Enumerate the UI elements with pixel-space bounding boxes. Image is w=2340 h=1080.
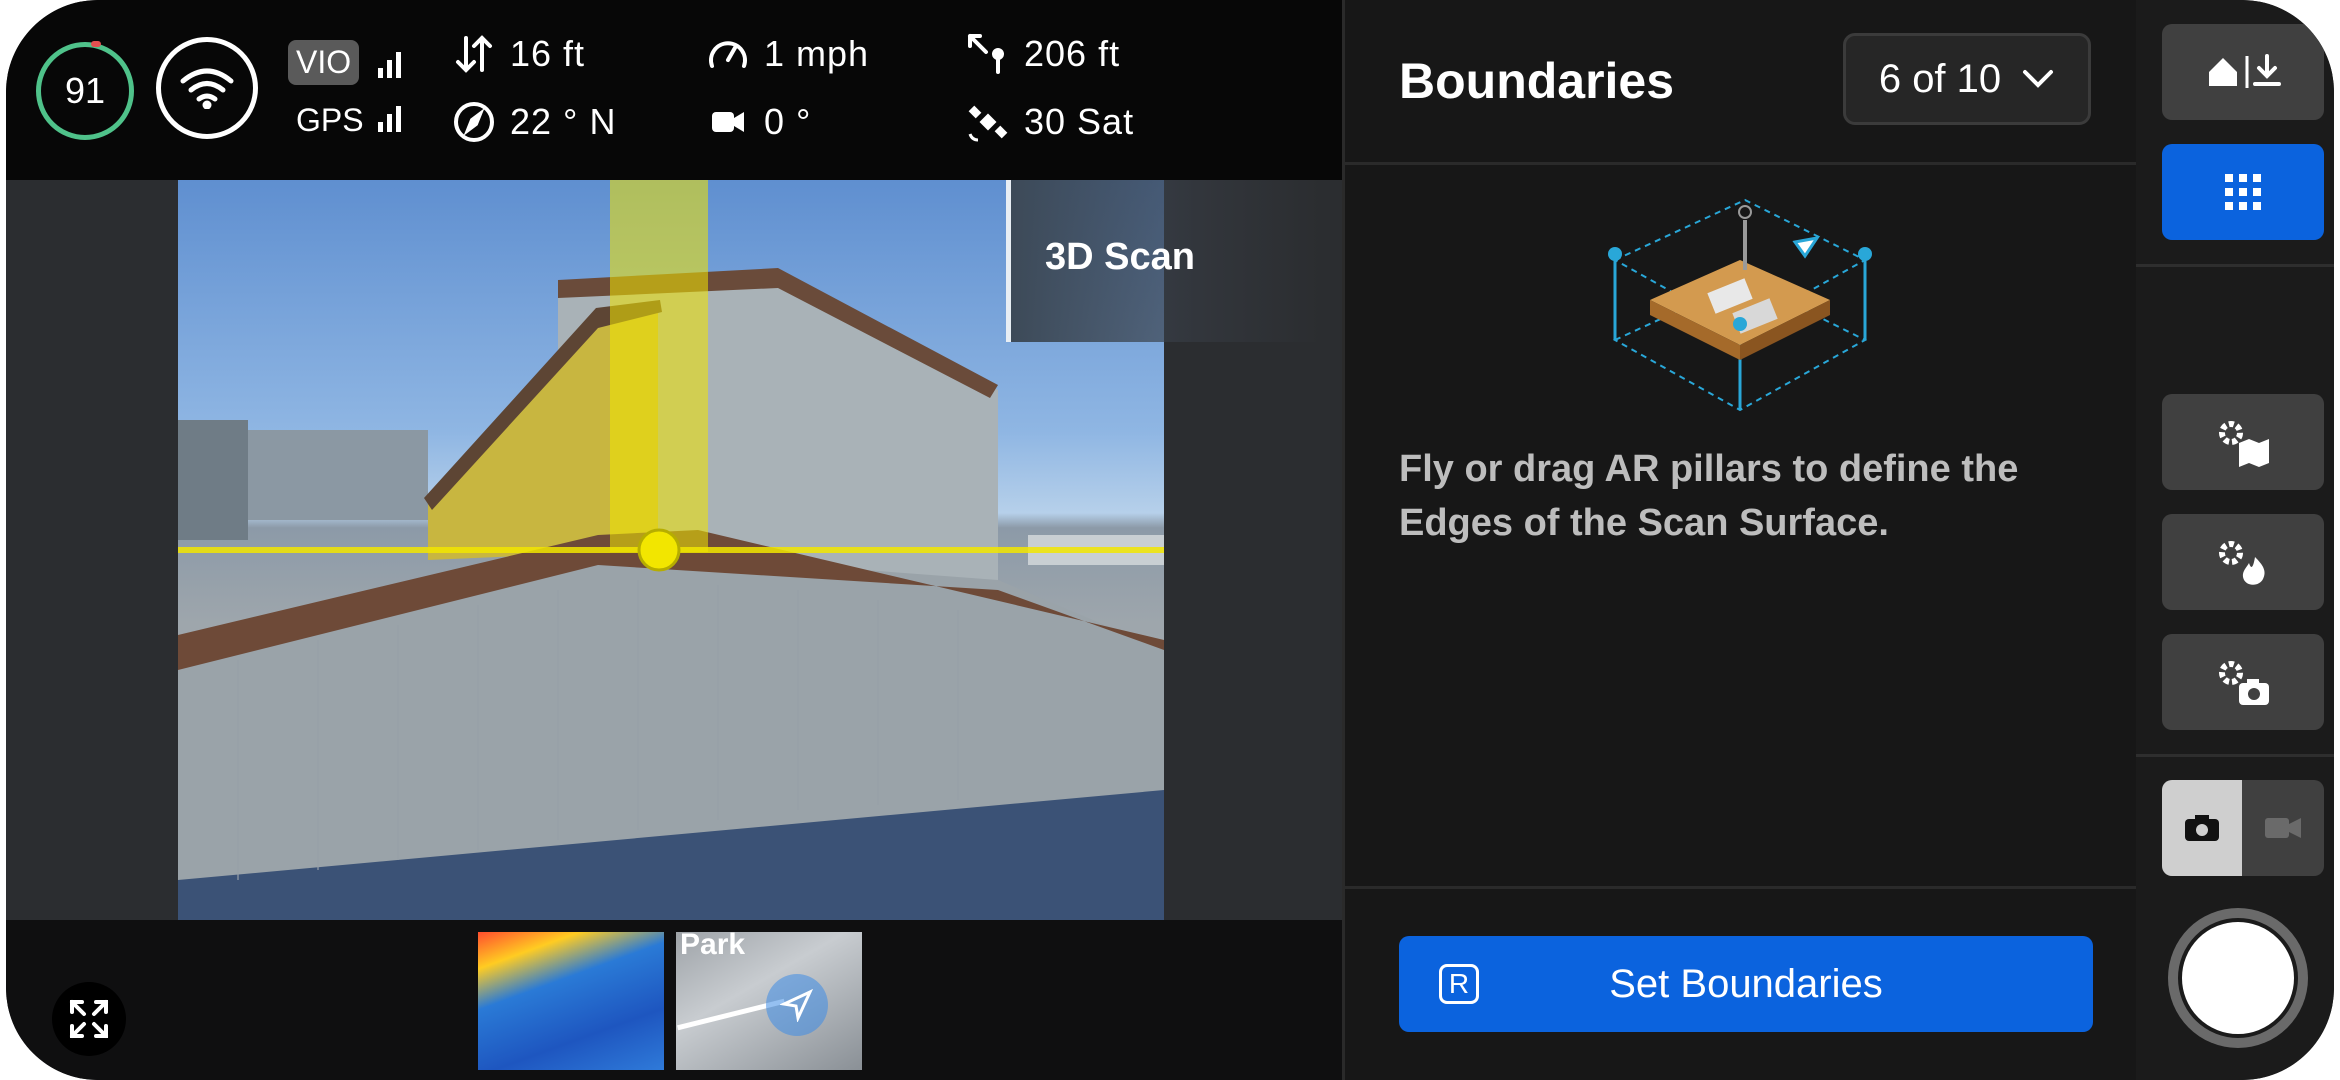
battery-level: 91 <box>64 70 106 111</box>
video-camera-icon <box>2265 818 2301 838</box>
expand-icon[interactable] <box>52 982 126 1056</box>
rail-divider <box>2136 754 2334 757</box>
return-home-button[interactable] <box>2162 24 2324 120</box>
heading-readout: 22 ° N <box>452 100 616 144</box>
gear-flame-icon <box>2219 541 2265 585</box>
minimap-label: Park <box>680 932 746 961</box>
satellite-icon <box>968 105 1008 142</box>
apps-grid-button[interactable] <box>2162 144 2324 240</box>
distance-readout: 206 ft <box>966 32 1120 76</box>
gps-label: GPS <box>296 102 364 138</box>
thermal-view-thumbnail[interactable] <box>478 932 664 1070</box>
wifi-icon <box>156 37 258 139</box>
camera-viewport[interactable]: 3D Scan <box>6 180 1342 920</box>
distance-value: 206 ft <box>1024 33 1121 74</box>
panel-divider <box>1345 886 2139 889</box>
satellite-count: 30 Sat <box>1024 101 1135 142</box>
altitude-readout: 16 ft <box>452 32 585 76</box>
grid-icon <box>2225 174 2261 210</box>
rail-divider <box>2136 264 2334 267</box>
speed-value: 1 mph <box>764 33 870 74</box>
step-selector[interactable]: 6 of 10 <box>1843 33 2091 125</box>
minimap-thumbnail[interactable]: Park <box>676 932 862 1070</box>
shutter-button[interactable] <box>2168 908 2308 1048</box>
thermal-settings-button[interactable] <box>2162 514 2324 610</box>
gimbal-camera-icon <box>712 112 744 132</box>
video-mode-button[interactable] <box>2242 780 2324 876</box>
gear-map-icon <box>2219 421 2269 467</box>
compass-icon <box>454 102 494 142</box>
mode-tab-3d-scan[interactable]: 3D Scan <box>1006 180 1321 342</box>
distance-pilot-icon <box>968 34 1004 74</box>
battery-warning-mark <box>91 41 101 47</box>
set-boundaries-button[interactable]: R Set Boundaries <box>1399 936 2093 1032</box>
ar-pillar-handle[interactable] <box>637 528 681 572</box>
vio-signal: VIO <box>288 40 360 85</box>
gimbal-readout: 0 ° <box>706 100 811 144</box>
scan-boundary-illustration-icon <box>1608 198 1872 412</box>
home-land-icon <box>2209 54 2281 88</box>
gps-signal: GPS <box>288 98 372 143</box>
vio-label: VIO <box>288 40 360 85</box>
speed-readout: 1 mph <box>706 32 869 76</box>
bottom-bar: Park <box>6 920 1342 1080</box>
camera-settings-button[interactable] <box>2162 634 2324 730</box>
mode-tab-label: 3D Scan <box>1045 236 1195 278</box>
photo-mode-button[interactable] <box>2162 780 2242 876</box>
instruction-text: Fly or drag AR pillars to define the Edg… <box>1399 448 2019 544</box>
step-label: 6 of 10 <box>1878 56 2002 101</box>
shutter-inner <box>2178 918 2298 1038</box>
panel-divider <box>1345 162 2139 165</box>
vio-signal-bars-icon <box>378 48 401 78</box>
ar-pillar[interactable] <box>610 180 708 552</box>
heading-value: 22 ° N <box>510 101 617 142</box>
capture-mode-toggle <box>2162 780 2324 876</box>
gps-signal-bars-icon <box>378 102 401 132</box>
aircraft-position-icon <box>766 974 828 1036</box>
gear-camera-icon <box>2219 661 2269 705</box>
chevron-down-icon <box>2023 70 2054 88</box>
vertical-arrows-icon <box>456 35 492 73</box>
battery-indicator: 91 <box>36 41 134 140</box>
speedometer-icon <box>709 41 747 68</box>
panel-title: Boundaries <box>1399 53 1675 109</box>
set-boundaries-label: Set Boundaries <box>1609 962 1883 1006</box>
right-rail <box>2136 0 2334 1080</box>
map-settings-button[interactable] <box>2162 394 2324 490</box>
camera-icon <box>2185 815 2219 841</box>
device-screen: 91 VIO GPS 16 ft 1 mph 206 ft 22 ° N 0 °… <box>6 0 2334 1080</box>
mission-panel: Boundaries 6 of 10 Fly or drag AR pillar… <box>1342 0 2139 1080</box>
satellite-readout: 30 Sat <box>966 100 1134 144</box>
status-bar: 91 VIO GPS 16 ft 1 mph 206 ft 22 ° N 0 °… <box>6 0 1342 180</box>
gimbal-value: 0 ° <box>764 101 812 142</box>
altitude-value: 16 ft <box>510 33 586 74</box>
